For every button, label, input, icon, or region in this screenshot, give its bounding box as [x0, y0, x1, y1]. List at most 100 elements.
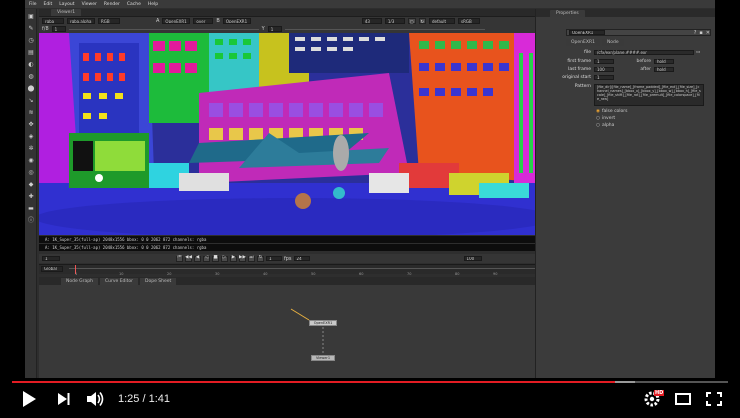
radio-false-colors[interactable]: ◉ false colors [596, 109, 628, 114]
close-panel-icon[interactable]: ✕ [706, 30, 710, 36]
filter-node-icon[interactable]: ◍ [27, 73, 35, 80]
gain-slider[interactable] [68, 28, 259, 30]
first-frame-field[interactable]: 1 [594, 58, 614, 65]
play-icon[interactable] [20, 390, 38, 408]
progress-bar[interactable] [12, 381, 728, 383]
color-swatch-icon[interactable]: ▪ [699, 30, 702, 36]
menu-viewer[interactable]: Viewer [82, 2, 97, 7]
tab-node[interactable]: Node [601, 39, 624, 46]
play-forward-icon[interactable]: ▷ [221, 255, 228, 262]
plugins-node-icon[interactable]: ▬ [27, 205, 35, 212]
time-node-icon[interactable]: ◷ [27, 37, 35, 44]
menu-edit[interactable]: Edit [44, 2, 53, 7]
radio-alpha[interactable]: ○ alpha [596, 123, 628, 128]
channel-node-icon[interactable]: ▤ [27, 49, 35, 56]
node-connections [290, 308, 324, 355]
views-node-icon[interactable]: ✲ [27, 145, 35, 152]
gain-field[interactable]: 1 [51, 26, 66, 32]
zoom-select[interactable]: 43 [361, 18, 382, 24]
input-b-label: B [216, 18, 220, 24]
fullscreen-icon[interactable] [705, 391, 723, 407]
play-backward-icon[interactable]: ◁ [203, 255, 210, 262]
last-frame-icon[interactable]: ⏭ [248, 255, 255, 262]
radio-label: false colors [601, 109, 628, 114]
stop-icon[interactable]: ■ [212, 255, 219, 262]
layer-node-icon[interactable]: ≋ [27, 109, 35, 116]
tab-properties[interactable]: Properties [550, 10, 585, 17]
draw-node-icon[interactable]: ✎ [27, 25, 35, 32]
next-icon[interactable] [56, 391, 72, 407]
keyer-node-icon[interactable]: ⬤ [27, 85, 35, 92]
theater-icon[interactable] [674, 391, 692, 407]
in-frame-field[interactable]: 1 [42, 255, 60, 262]
after-label: after [640, 67, 651, 72]
merge-node-icon[interactable]: ↘ [27, 97, 35, 104]
viewer-tab-bar: Viewer1 [39, 9, 551, 17]
lut-select[interactable]: default [429, 18, 455, 24]
channels-select[interactable]: rgba [42, 18, 64, 24]
timeline-range-select[interactable]: Global [41, 266, 63, 272]
file-path-field[interactable]: /cfx/exr/plane.####.exr [594, 49, 694, 56]
color-node-icon[interactable]: ◐ [27, 61, 35, 68]
tab-curve-editor[interactable]: Curve Editor [99, 277, 139, 285]
read-node[interactable]: OpenEXR1 [309, 320, 337, 326]
3d-node-icon[interactable]: ◈ [27, 133, 35, 140]
viewer-node[interactable]: Viewer1 [311, 355, 335, 361]
original-start-field[interactable]: 1 [594, 74, 614, 81]
menu-cache[interactable]: Cache [127, 2, 141, 7]
help-node-icon[interactable]: ⓘ [27, 217, 35, 224]
gamma-slider[interactable] [284, 28, 485, 30]
prev-frame-icon[interactable]: ◀ [194, 255, 201, 262]
out-frame-field[interactable]: 100 [463, 255, 482, 262]
radio-selected-icon: ◉ [596, 109, 600, 114]
menu-render[interactable]: Render [104, 2, 120, 7]
transform-node-icon[interactable]: ✥ [27, 121, 35, 128]
channel-alpha-select[interactable]: rgba.alpha [67, 18, 95, 24]
viewer-info-bar-1: A: 1K_Super_35(full-ap) 2048x1556 bbox: … [39, 236, 551, 243]
volume-icon[interactable] [86, 390, 106, 408]
view-transform-select[interactable]: sRGB [458, 18, 480, 24]
current-frame-field[interactable]: 1 [266, 255, 282, 262]
after-select[interactable]: hold [654, 66, 674, 73]
prev-key-icon[interactable]: ◀◀ [185, 255, 192, 262]
tab-viewer1[interactable]: Viewer1 [51, 9, 82, 16]
update-button[interactable]: ↻ [418, 18, 426, 24]
input-b-select[interactable]: OpenEXR1 [222, 18, 251, 24]
radio-invert[interactable]: ○ invert [596, 116, 628, 121]
other-node-icon[interactable]: ✚ [27, 193, 35, 200]
image-node-icon[interactable]: ▣ [27, 13, 35, 20]
menu-file[interactable]: File [29, 2, 37, 7]
node-graph-canvas[interactable]: OpenEXR1 Viewer1 [39, 285, 551, 378]
gamma-field[interactable]: 1 [267, 26, 282, 32]
colorspace-select[interactable]: RGB [98, 18, 120, 24]
loop-icon[interactable]: ↻ [257, 255, 264, 262]
menu-help[interactable]: Help [148, 2, 158, 7]
timeline-ruler[interactable]: Global 1 10 20 30 40 50 60 70 80 90 100 [39, 264, 551, 276]
tick-label: 10 [119, 272, 124, 276]
operation-select[interactable]: over [193, 18, 214, 24]
before-select[interactable]: hold [654, 58, 674, 65]
tab-dope-sheet[interactable]: Dope Sheet [140, 277, 177, 285]
fps-field[interactable]: 24 [293, 255, 310, 262]
menu-layout[interactable]: Layout [59, 2, 74, 7]
next-frame-icon[interactable]: ▶ [230, 255, 237, 262]
node-toolbar: ▣ ✎ ◷ ▤ ◐ ◍ ⬤ ↘ ≋ ✥ ◈ ✲ ◉ ◎ ◆ ✚ ▬ ⓘ [25, 9, 37, 378]
toolsets-node-icon[interactable]: ◆ [27, 181, 35, 188]
last-frame-field[interactable]: 100 [594, 66, 614, 73]
settings-icon[interactable]: HD [643, 390, 665, 408]
particles-node-icon[interactable]: ◎ [27, 169, 35, 176]
first-frame-row: first frame 1 before hold [536, 58, 715, 65]
metadata-node-icon[interactable]: ◉ [27, 157, 35, 164]
viewer-canvas[interactable] [39, 33, 551, 235]
next-key-icon[interactable]: ▶▶ [239, 255, 246, 262]
input-a-select[interactable]: OpenEXR1 [162, 18, 191, 24]
folder-icon[interactable]: ▭ [696, 50, 700, 55]
first-frame-icon[interactable]: ⏮ [176, 255, 183, 262]
tab-node-graph[interactable]: Node Graph [61, 277, 98, 285]
help-icon[interactable]: ? [694, 30, 697, 36]
pattern-textarea[interactable]: [file_dir]/[file_name]_[frame_padded]_[f… [594, 84, 704, 106]
roi-button[interactable]: ▢ [407, 18, 416, 24]
tab-openexr1[interactable]: OpenEXR1 [566, 39, 600, 46]
node-name-field[interactable]: OpenEXR1 [569, 29, 605, 36]
proxy-select[interactable]: 1/3 [384, 18, 405, 24]
